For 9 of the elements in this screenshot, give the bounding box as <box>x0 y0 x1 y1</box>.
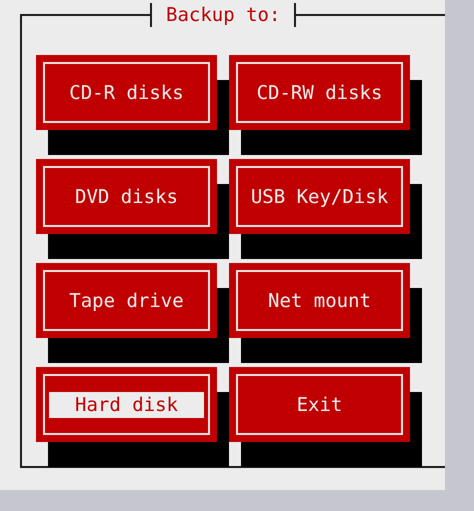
backup-option-button[interactable]: USB Key/Disk <box>229 159 410 234</box>
backup-option-button[interactable]: CD-RW disks <box>229 55 410 130</box>
backup-option-button[interactable]: Exit <box>229 367 410 442</box>
backup-option-button[interactable]: CD-R disks <box>36 55 217 130</box>
dialog-title: Backup to: <box>150 3 296 27</box>
backup-option-button[interactable]: Net mount <box>229 263 410 338</box>
backup-option-button[interactable]: Hard disk <box>36 367 217 442</box>
backup-option-button[interactable]: DVD disks <box>36 159 217 234</box>
backup-option-button[interactable]: Tape drive <box>36 263 217 338</box>
